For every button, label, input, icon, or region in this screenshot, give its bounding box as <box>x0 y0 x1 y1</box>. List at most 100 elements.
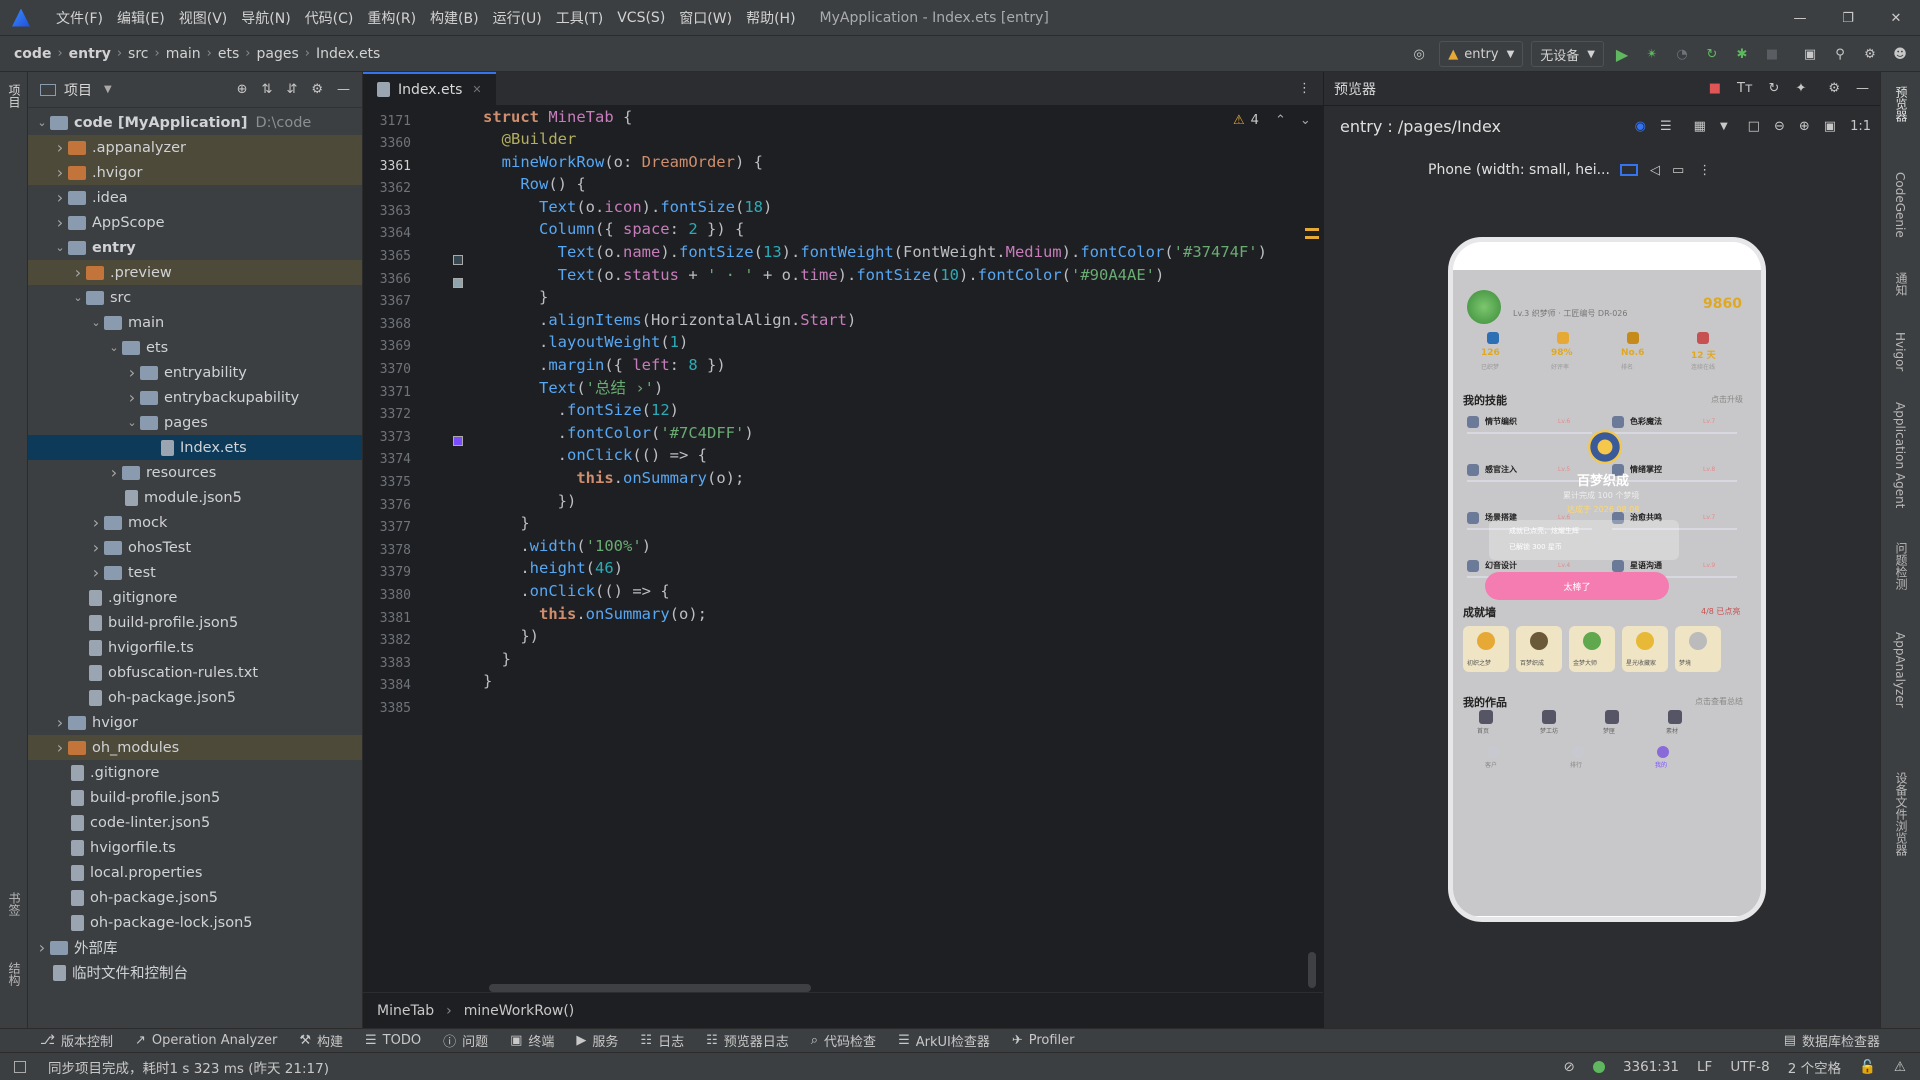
tree-item[interactable]: › AppScope <box>28 210 362 235</box>
avatar[interactable] <box>1467 290 1501 324</box>
chevron-down-icon[interactable]: ▼ <box>104 84 112 95</box>
right-tool-notifications[interactable]: 通知 <box>1893 272 1910 296</box>
breadcrumb-item[interactable]: ets <box>218 46 239 62</box>
inspector-icon[interactable]: ✦ <box>1795 81 1806 96</box>
menu-item[interactable]: 文件(F) <box>56 8 103 28</box>
tree-item[interactable]: .gitignore <box>28 585 362 610</box>
right-tool-problems[interactable]: 问题检测 <box>1893 542 1910 590</box>
dialog-confirm-button[interactable]: 太棒了 <box>1485 572 1669 600</box>
tab-index-ets[interactable]: Index.ets ✕ <box>363 71 496 106</box>
tree-item[interactable]: build-profile.json5 <box>28 610 362 635</box>
tree-item[interactable]: › resources <box>28 460 362 485</box>
tree-item[interactable]: .gitignore <box>28 760 362 785</box>
gear-icon[interactable]: ⚙ <box>1828 81 1840 96</box>
tree-item[interactable]: oh-package.json5 <box>28 685 362 710</box>
refresh-icon[interactable]: ↻ <box>1769 81 1780 96</box>
right-tool-hvigor[interactable]: Hvigor <box>1893 332 1907 371</box>
account-icon[interactable]: ☻ <box>1888 42 1912 66</box>
profile-icon[interactable]: ◔ <box>1670 42 1694 66</box>
tool-window-button[interactable]: ⚒ 构建 <box>299 1031 343 1050</box>
caret-position[interactable]: 3361:31 <box>1623 1059 1679 1075</box>
left-tool-bookmarks[interactable]: 书签 <box>6 892 23 916</box>
color-swatch[interactable] <box>453 435 463 446</box>
tool-window-button[interactable]: ▶ 服务 <box>576 1031 618 1050</box>
code-area[interactable]: struct MineTab { @Builder mineWorkRow(o:… <box>483 106 1313 992</box>
chevron-down-icon[interactable]: ⌄ <box>1300 113 1311 128</box>
tool-window-button[interactable]: ✈ Profiler <box>1012 1033 1075 1048</box>
works-more[interactable]: 点击查看总结 <box>1695 696 1743 707</box>
preview-mode-icon[interactable]: ◉ <box>1635 119 1646 134</box>
locate-icon[interactable]: ⊕ <box>237 82 248 97</box>
horizontal-scrollbar[interactable] <box>489 984 811 992</box>
tree-item[interactable]: hvigorfile.ts <box>28 835 362 860</box>
run-icon[interactable]: ▶ <box>1610 42 1634 66</box>
chevron-right-icon[interactable]: › <box>70 263 86 282</box>
right-tool-appanalyzer[interactable]: AppAnalyzer <box>1893 632 1907 708</box>
chevron-down-icon[interactable]: ⌄ <box>34 116 50 129</box>
left-tool-structure[interactable]: 结构 <box>6 962 23 986</box>
settings-icon[interactable]: ⚙ <box>1858 42 1882 66</box>
breadcrumb-item[interactable]: src <box>128 46 148 62</box>
one-to-one-icon[interactable]: 1:1 <box>1850 119 1871 134</box>
tree-item[interactable]: ⌄ pages <box>28 410 362 435</box>
expand-all-icon[interactable]: ⇅ <box>262 82 273 97</box>
tree-item[interactable]: › entryability <box>28 360 362 385</box>
tool-window-button[interactable]: ⓘ 问题 <box>443 1031 488 1050</box>
tree-item[interactable]: code-linter.json5 <box>28 810 362 835</box>
tree-item[interactable]: 临时文件和控制台 <box>28 960 362 985</box>
close-tab-icon[interactable]: ✕ <box>472 83 481 96</box>
menu-item[interactable]: 工具(T) <box>556 8 603 28</box>
module-selector[interactable]: ▲ entry ▼ <box>1439 41 1524 67</box>
right-tool-codegenie[interactable]: CodeGenie <box>1893 172 1907 238</box>
apply-changes-icon[interactable]: ↻ <box>1700 42 1724 66</box>
stop-icon[interactable]: ■ <box>1760 42 1784 66</box>
tree-item[interactable]: › mock <box>28 510 362 535</box>
file-encoding[interactable]: UTF-8 <box>1730 1059 1769 1075</box>
tool-window-button[interactable]: ▣ 终端 <box>510 1031 554 1050</box>
chevron-right-icon[interactable]: › <box>124 363 140 382</box>
line-separator[interactable]: LF <box>1697 1059 1712 1075</box>
menu-item[interactable]: 窗口(W) <box>679 8 732 28</box>
tool-window-button[interactable]: ↗ Operation Analyzer <box>135 1033 277 1048</box>
stop-preview-icon[interactable]: ■ <box>1709 81 1721 96</box>
tree-item[interactable]: oh-package-lock.json5 <box>28 910 362 935</box>
tool-database-inspector[interactable]: ▤ 数据库检查器 <box>1784 1031 1880 1050</box>
tool-window-button[interactable]: ☷ 预览器日志 <box>706 1031 789 1050</box>
device-toggle-icon[interactable] <box>1619 164 1638 176</box>
tool-window-button[interactable]: ⎇ 版本控制 <box>40 1031 113 1050</box>
chevron-right-icon[interactable]: › <box>34 938 50 957</box>
chevron-up-icon[interactable]: ⌃ <box>1275 113 1286 128</box>
chevron-down-icon[interactable]: ⌄ <box>88 316 104 329</box>
menu-item[interactable]: 构建(B) <box>430 8 479 28</box>
tree-item[interactable]: › hvigor <box>28 710 362 735</box>
tool-window-button[interactable]: ⌕ 代码检查 <box>811 1031 876 1050</box>
chevron-down-icon[interactable]: ⌄ <box>106 341 122 354</box>
layers-icon[interactable]: ☰ <box>1660 119 1672 134</box>
menu-item[interactable]: 编辑(E) <box>117 8 165 28</box>
tool-window-button[interactable]: ☷ 日志 <box>640 1031 684 1050</box>
work-icon[interactable] <box>1668 710 1682 724</box>
tab-icon[interactable] <box>1657 746 1669 758</box>
grid-icon[interactable]: ▦ <box>1694 119 1706 134</box>
project-panel-title[interactable]: 项目 <box>64 80 92 100</box>
warning-icon[interactable]: ⚠ <box>1894 1059 1906 1075</box>
tree-item[interactable]: hvigorfile.ts <box>28 635 362 660</box>
tree-item[interactable]: local.properties <box>28 860 362 885</box>
chevron-down-icon[interactable]: ⌄ <box>52 241 68 254</box>
tree-item[interactable]: ⌄ ets <box>28 335 362 360</box>
no-network-icon[interactable]: ⊘ <box>1564 1059 1575 1075</box>
panel-toggle-icon[interactable] <box>14 1060 26 1073</box>
menu-item[interactable]: VCS(S) <box>617 10 665 26</box>
maximize-button[interactable]: ❐ <box>1824 11 1872 26</box>
skill-name[interactable]: 情节编织 <box>1485 416 1517 427</box>
tree-item[interactable]: › 外部库 <box>28 935 362 960</box>
chevron-right-icon[interactable]: › <box>52 713 68 732</box>
breadcrumb-item[interactable]: entry <box>69 46 111 62</box>
vertical-scrollbar[interactable] <box>1308 952 1316 988</box>
search-icon[interactable]: ⚲ <box>1828 42 1852 66</box>
breadcrumb-struct[interactable]: MineTab <box>377 1003 434 1019</box>
more-tabs-icon[interactable]: ⋮ <box>1298 81 1311 96</box>
tree-item[interactable]: ⌄ main <box>28 310 362 335</box>
chevron-right-icon[interactable]: › <box>106 463 122 482</box>
chevron-right-icon[interactable]: › <box>88 563 104 582</box>
